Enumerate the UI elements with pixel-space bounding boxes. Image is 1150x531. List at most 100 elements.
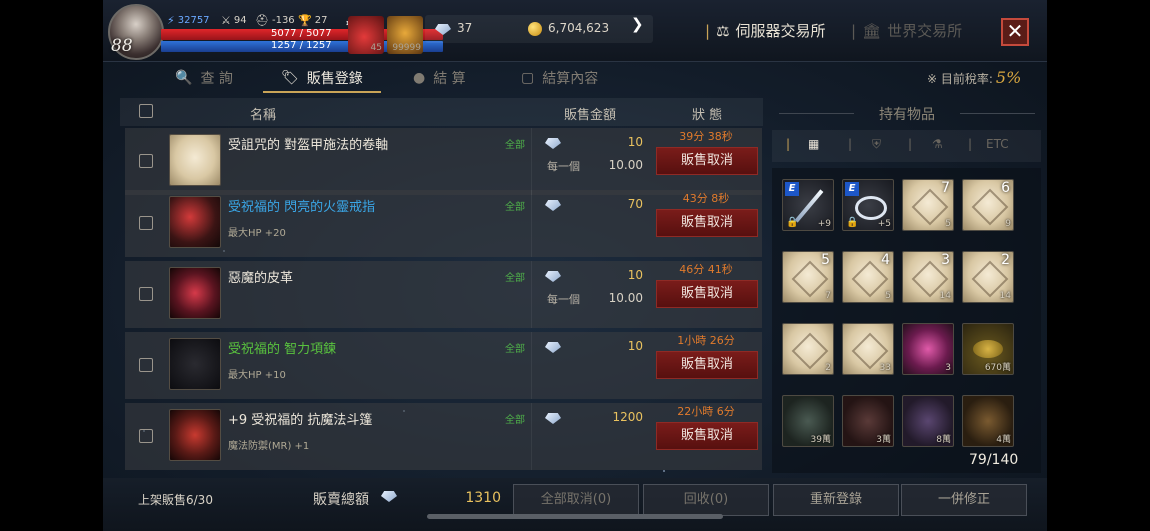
time-remaining: 39分 38秒 xyxy=(679,130,733,143)
item-quantity: 39萬 xyxy=(810,435,831,445)
tab-world-exchange[interactable]: | 🏛 世界交易所 xyxy=(851,20,962,41)
inventory-slot[interactable]: 75 xyxy=(902,179,954,231)
inventory-slot[interactable]: 8萬 xyxy=(902,395,954,447)
row-checkbox[interactable] xyxy=(139,287,153,301)
attack-value: 94 xyxy=(233,15,247,26)
inventory-slot[interactable]: 2 14 xyxy=(962,251,1014,303)
row-checkbox[interactable] xyxy=(139,154,153,168)
tab-all-grid-icon[interactable]: ▦ xyxy=(808,137,819,151)
sale-row[interactable]: +9 受祝福的 抗魔法斗篷 魔法防禦(MR) +1 全部 1200 22小時 6… xyxy=(125,403,762,470)
inventory-slot[interactable]: 69 xyxy=(962,179,1014,231)
time-remaining: 46分 41秒 xyxy=(679,263,733,276)
inventory-slot[interactable]: 33 xyxy=(842,323,894,375)
lock-icon: 🔒 xyxy=(786,217,799,228)
sale-row[interactable]: 受詛咒的 對盔甲施法的卷軸 全部 10 每一個 10.00 39分 38秒 販售… xyxy=(125,128,762,195)
potion-slot[interactable]: 45 xyxy=(348,16,384,54)
sale-row[interactable]: 受祝福的 智力項鍊 最大HP +10 全部 10 1小時 26分 販售取消 xyxy=(125,332,762,399)
item-name: 受祝福的 閃亮的火靈戒指 xyxy=(228,200,376,215)
inventory-slot[interactable]: 670萬 xyxy=(962,323,1014,375)
tab-search[interactable]: 🔍 查 詢 xyxy=(175,68,233,88)
tab-settle[interactable]: ● 結 算 xyxy=(413,68,466,88)
item-icon xyxy=(169,267,221,319)
item-icon xyxy=(169,338,221,390)
tag-icon: 🏷 xyxy=(281,70,299,86)
chevron-right-icon[interactable]: ❯ xyxy=(631,15,644,33)
item-price: 70 xyxy=(627,197,643,211)
cancel-sale-button[interactable]: 販售取消 xyxy=(656,280,758,308)
select-all-checkbox[interactable] xyxy=(139,104,153,118)
tab-sell-register[interactable]: 🏷 販售登錄 xyxy=(281,68,363,88)
potion-count: 45 xyxy=(370,43,382,53)
sale-scope: 全部 xyxy=(505,273,525,284)
tab-etc[interactable]: ETC xyxy=(986,137,1009,151)
row-checkbox[interactable] xyxy=(139,358,153,372)
item-icon xyxy=(169,134,221,186)
tax-label: ※ 目前稅率: xyxy=(927,72,993,86)
item-name: 受詛咒的 對盔甲施法的卷軸 xyxy=(228,138,389,153)
sub-tabs: 🔍 查 詢 🏷 販售登錄 ● 結 算 ▢ 結算內容 xyxy=(143,62,743,94)
sale-scope: 全部 xyxy=(505,344,525,355)
quick-item-count: 99999 xyxy=(392,43,421,53)
inventory-slot[interactable]: 2 xyxy=(782,323,834,375)
top-bar: 88 ⚡ 32757 ⚔ 94 ⛑ -136 🏆 27 5077 / 5077 1257… xyxy=(103,0,1047,62)
enchant-level: 3 xyxy=(941,252,950,268)
tab-armor-shield-icon[interactable]: ⛨ xyxy=(872,137,881,152)
sale-scope: 全部 xyxy=(505,202,525,213)
item-price: 10 xyxy=(627,339,643,353)
cancel-sale-button[interactable]: 販售取消 xyxy=(656,147,758,175)
horizontal-scrollbar[interactable] xyxy=(427,514,723,519)
inventory-slot[interactable]: 4萬 xyxy=(962,395,1014,447)
item-icon xyxy=(169,409,221,461)
cancel-all-button[interactable]: 全部取消(0) xyxy=(513,484,639,516)
column-divider xyxy=(531,261,532,328)
row-checkbox[interactable] xyxy=(139,216,153,230)
power-value: 32757 xyxy=(177,15,210,26)
quick-item-slot[interactable]: 99999 xyxy=(387,16,423,54)
column-divider xyxy=(531,190,532,257)
tab-server-exchange[interactable]: | ⚖ 伺服器交易所 xyxy=(705,20,826,41)
diamond-icon xyxy=(545,200,561,211)
inventory-tabs: | ▦ | ⛨ | ⚗ | ETC xyxy=(772,130,1041,162)
inventory-slot[interactable]: 3 xyxy=(902,323,954,375)
header-name: 名稱 xyxy=(250,108,277,123)
item-quantity: +5 xyxy=(877,219,891,229)
item-quantity: 670萬 xyxy=(984,363,1011,373)
row-checkbox[interactable] xyxy=(139,429,153,443)
total-label: 販賣總額 xyxy=(313,492,369,508)
cancel-sale-button[interactable]: 販售取消 xyxy=(656,422,758,450)
power-stat: ⚡ 32757 xyxy=(167,14,210,27)
reclaim-button[interactable]: 回收(0) xyxy=(643,484,769,516)
cancel-sale-button[interactable]: 販售取消 xyxy=(656,209,758,237)
enchant-level: 2 xyxy=(1001,252,1010,268)
item-name: 受祝福的 智力項鍊 xyxy=(228,342,337,357)
inventory-slot[interactable]: E 🔒 +9 xyxy=(782,179,834,231)
inventory-slot[interactable]: 3萬 xyxy=(842,395,894,447)
inventory-slot[interactable]: 39萬 xyxy=(782,395,834,447)
header-price: 販售金額 xyxy=(564,108,617,123)
modify-all-button[interactable]: 一併修正 xyxy=(901,484,1027,516)
time-remaining: 22小時 6分 xyxy=(677,405,735,418)
equipped-badge: E xyxy=(785,182,799,196)
close-button[interactable]: ✕ xyxy=(1001,18,1029,46)
sale-row[interactable]: 惡魔的皮革 全部 10 每一個 10.00 46分 41秒 販售取消 xyxy=(125,261,762,328)
cancel-sale-button[interactable]: 販售取消 xyxy=(656,351,758,379)
inventory-slot[interactable]: 3 14 xyxy=(902,251,954,303)
inventory-slot[interactable]: 45 xyxy=(842,251,894,303)
item-quantity: 14 xyxy=(939,291,951,301)
power-icon: ⚡ xyxy=(167,14,175,27)
item-quantity: 33 xyxy=(879,363,891,373)
inventory-slot[interactable]: 57 xyxy=(782,251,834,303)
gold-coin-icon xyxy=(528,22,542,36)
sale-row[interactable]: 受祝福的 閃亮的火靈戒指 最大HP +20 全部 70 43分 8秒 販售取消 xyxy=(125,190,762,257)
inventory-title: 持有物品 xyxy=(771,104,1043,124)
inventory-slot[interactable]: E 🔒 +5 xyxy=(842,179,894,231)
sale-scope: 全部 xyxy=(505,415,525,426)
tab-settle-detail[interactable]: ▢ 結算內容 xyxy=(521,68,598,88)
currency-bar: 37 6,704,623 xyxy=(425,15,653,43)
per-unit-value: 10.00 xyxy=(608,158,643,172)
inventory-count: 79/140 xyxy=(969,452,1019,468)
relist-button[interactable]: 重新登錄 xyxy=(773,484,899,516)
diamond-icon xyxy=(545,271,561,282)
tab-potion-flask-icon[interactable]: ⚗ xyxy=(932,137,943,151)
item-quantity: 8萬 xyxy=(936,435,951,445)
